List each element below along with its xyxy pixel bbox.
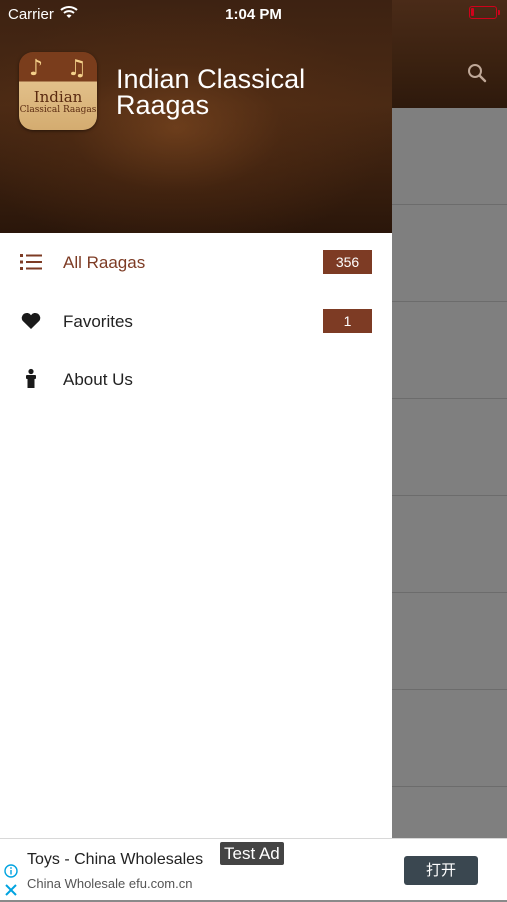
menu-item-about-us[interactable]: About Us [0, 350, 392, 409]
background-list-row [392, 108, 507, 205]
background-list-row [392, 205, 507, 302]
background-list-row [392, 302, 507, 399]
menu-item-label: About Us [63, 370, 133, 389]
status-time: 1:04 PM [225, 6, 282, 23]
search-icon[interactable] [466, 62, 488, 84]
info-icon[interactable] [4, 864, 18, 878]
status-bar: Carrier 1:04 PM [0, 0, 507, 28]
ad-title[interactable]: Toys - China Wholesales [27, 851, 203, 869]
heart-icon [20, 310, 42, 332]
app-logo: ♪ ♫ Indian Classical Raagas [19, 52, 97, 130]
count-badge: 1 [323, 308, 372, 333]
list-icon [20, 251, 42, 273]
ad-open-button[interactable]: 打开 [404, 856, 478, 885]
count-badge: 356 [323, 250, 372, 274]
battery-level [471, 8, 474, 16]
background-list [392, 108, 507, 838]
ad-subtitle[interactable]: China Wholesale efu.com.cn [27, 876, 192, 891]
navigation-drawer: ♪ ♫ Indian Classical Raagas Indian Class… [0, 0, 392, 838]
music-notes-icon: ♫ [67, 56, 87, 81]
ad-banner[interactable]: Toys - China Wholesales China Wholesale … [0, 838, 507, 900]
battery-icon [469, 6, 500, 19]
person-icon [20, 368, 42, 390]
menu-item-label: Favorites [63, 311, 133, 331]
logo-text-line1: Indian [33, 88, 83, 106]
menu-item-label: All Raagas [63, 253, 146, 272]
app-title: Indian Classical Raagas [116, 64, 306, 120]
menu-item-all-raagas[interactable]: All Raagas 356 [0, 233, 392, 292]
background-list-row [392, 496, 507, 593]
logo-text-line2: Classical Raagas [19, 104, 97, 115]
logo-text: Indian Classical Raagas [19, 88, 97, 115]
background-list-row [392, 690, 507, 787]
drawer-menu: All Raagas 356 Favorites 1 About Us [0, 233, 392, 409]
close-icon[interactable] [4, 883, 18, 897]
background-list-row [392, 399, 507, 496]
menu-item-favorites[interactable]: Favorites 1 [0, 292, 392, 351]
test-ad-label: Test Ad [220, 842, 284, 865]
drawer-header: ♪ ♫ Indian Classical Raagas Indian Class… [0, 0, 392, 233]
music-note-icon: ♪ [29, 56, 44, 81]
background-list-row [392, 593, 507, 690]
